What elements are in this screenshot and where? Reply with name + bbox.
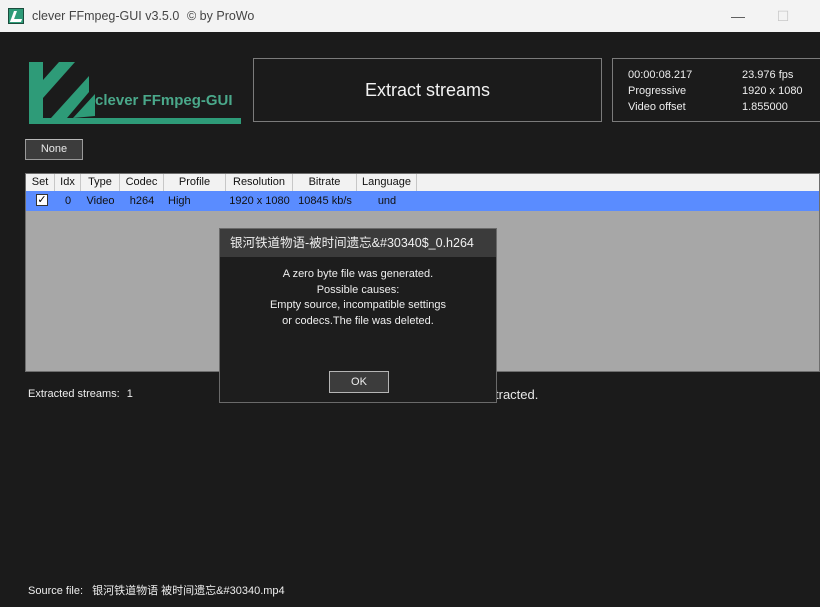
scan-type: Progressive — [628, 85, 687, 97]
dialog-line-4: or codecs.The file was deleted. — [282, 314, 434, 327]
cell-resolution: 1920 x 1080 — [229, 195, 290, 207]
column-idx[interactable]: Idx — [55, 174, 81, 191]
ok-button[interactable]: OK — [329, 371, 389, 393]
window-title: clever FFmpeg-GUI v3.5.0 — [32, 9, 180, 23]
cell-codec: h264 — [129, 195, 155, 207]
none-button[interactable]: None — [25, 139, 83, 160]
dialog-message: A zero byte file was generated. Possible… — [220, 267, 496, 329]
video-offset-value: 1.855000 — [742, 101, 788, 113]
column-profile[interactable]: Profile — [164, 174, 226, 191]
table-row[interactable]: ✓ 0 Video h264 High 1920 x 1080 10845 kb… — [26, 191, 819, 211]
column-type[interactable]: Type — [81, 174, 120, 191]
app-icon — [8, 8, 24, 24]
logo-text: clever FFmpeg-GUI — [95, 92, 233, 109]
column-bitrate[interactable]: Bitrate — [293, 174, 357, 191]
column-language[interactable]: Language — [357, 174, 417, 191]
table-header: Set Idx Type Codec Profile Resolution Bi… — [26, 174, 819, 191]
dialog-line-2: Possible causes: — [316, 283, 400, 296]
cell-idx: 0 — [64, 195, 72, 207]
source-file-value: 银河铁道物语 被时间遗忘&#30340.mp4 — [92, 585, 285, 597]
column-set[interactable]: Set — [26, 174, 55, 191]
minimize-button[interactable]: — — [728, 6, 748, 26]
status-message-tail: tracted. — [495, 387, 539, 402]
media-info-panel: 00:00:08.217 23.976 fps Progressive 1920… — [612, 58, 820, 122]
extracted-streams-label: Extracted streams: — [28, 388, 120, 400]
column-resolution[interactable]: Resolution — [226, 174, 293, 191]
extracted-streams-status: Extracted streams: 1 — [28, 388, 133, 400]
cell-profile: High — [168, 195, 191, 207]
resolution-value: 1920 x 1080 — [742, 85, 803, 97]
error-dialog: 银河铁道物语-被时间遗忘&#30340$_0.h264 A zero byte … — [219, 228, 497, 403]
video-offset-label: Video offset — [628, 101, 686, 113]
maximize-button[interactable]: ☐ — [773, 6, 793, 26]
action-title: Extract streams — [253, 58, 602, 122]
cell-bitrate: 10845 kb/s — [298, 195, 352, 207]
column-codec[interactable]: Codec — [120, 174, 164, 191]
title-bar: clever FFmpeg-GUI v3.5.0 © by ProWo — ☐ — [0, 0, 820, 32]
fps-value: 23.976 fps — [742, 69, 794, 81]
window-byline: © by ProWo — [187, 9, 255, 23]
ffmpeg-logo-icon — [29, 62, 241, 124]
dialog-line-1: A zero byte file was generated. — [282, 268, 434, 280]
source-file-label: Source file: — [28, 585, 84, 597]
cell-language: und — [377, 195, 397, 207]
set-checkbox[interactable]: ✓ — [36, 194, 48, 206]
cell-type: Video — [86, 195, 115, 207]
dialog-line-3: Empty source, incompatible settings — [269, 299, 447, 311]
source-file-status: Source file: 银河铁道物语 被时间遗忘&#30340.mp4 — [28, 582, 285, 598]
dialog-title: 银河铁道物语-被时间遗忘&#30340$_0.h264 — [220, 229, 496, 257]
duration-value: 00:00:08.217 — [628, 69, 693, 81]
extracted-streams-count: 1 — [126, 388, 133, 400]
